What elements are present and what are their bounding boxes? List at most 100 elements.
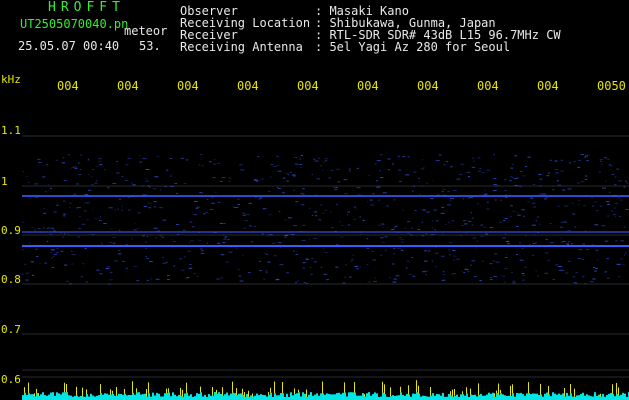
baseline-bar [584, 395, 586, 400]
baseline-bar [62, 392, 64, 400]
noise-speck [108, 207, 113, 209]
noise-speck [55, 252, 59, 254]
noise-speck [512, 210, 516, 212]
noise-speck [438, 154, 442, 156]
noise-speck [220, 277, 223, 279]
baseline-bar [392, 395, 394, 400]
noise-speck [434, 229, 436, 231]
noise-speck [69, 206, 71, 208]
noise-speck [441, 279, 446, 281]
baseline-spike [512, 384, 513, 394]
antenna-label: Receiving Antenna [180, 40, 303, 54]
noise-speck [162, 256, 164, 258]
noise-speck [270, 164, 274, 166]
baseline-noise [22, 380, 629, 400]
baseline-bar [498, 394, 500, 400]
baseline-spike [66, 384, 67, 393]
noise-speck [246, 213, 250, 215]
noise-speck [53, 229, 55, 231]
noise-speck [514, 185, 518, 187]
noise-speck [118, 229, 121, 231]
noise-speck [509, 180, 512, 182]
noise-speck [65, 280, 70, 282]
noise-speck [448, 249, 450, 251]
noise-speck [552, 189, 555, 191]
baseline-bar [214, 392, 216, 400]
baseline-bar [242, 394, 244, 400]
baseline-bar [256, 393, 258, 400]
noise-speck [22, 171, 24, 173]
noise-speck [310, 273, 313, 275]
noise-speck [174, 182, 178, 184]
noise-speck [278, 211, 281, 213]
noise-speck [88, 174, 90, 176]
noise-speck [449, 242, 453, 244]
noise-speck [105, 267, 110, 269]
noise-speck [302, 267, 306, 269]
noise-speck [493, 154, 495, 156]
noise-speck [258, 197, 263, 199]
noise-speck [198, 240, 202, 242]
noise-speck [39, 263, 41, 265]
noise-speck [228, 251, 233, 253]
baseline-bar [406, 393, 408, 400]
noise-speck [205, 211, 208, 213]
baseline-bar [538, 394, 540, 400]
noise-speck [573, 282, 577, 284]
baseline-spike [232, 381, 233, 393]
noise-speck [150, 278, 152, 280]
noise-speck [50, 249, 55, 251]
noise-speck [406, 260, 411, 262]
noise-speck [69, 283, 72, 285]
noise-speck [259, 260, 262, 262]
baseline-bar [334, 394, 336, 400]
baseline-spike [274, 381, 275, 394]
noise-speck [425, 270, 429, 272]
noise-speck [533, 206, 537, 208]
noise-speck [159, 207, 163, 209]
noise-speck [504, 179, 507, 181]
noise-speck [134, 222, 136, 224]
baseline-bar [234, 393, 236, 400]
baseline-spike [616, 382, 617, 394]
noise-speck [451, 220, 455, 222]
noise-speck [285, 172, 290, 174]
noise-speck [279, 264, 284, 266]
noise-speck [234, 206, 239, 208]
noise-speck [285, 272, 290, 274]
baseline-bar [258, 395, 260, 400]
noise-speck [359, 216, 361, 218]
noise-speck [133, 229, 137, 231]
noise-speck [248, 202, 252, 204]
noise-speck [480, 235, 484, 237]
baseline-spike [112, 390, 113, 394]
baseline-bar [324, 394, 326, 400]
noise-speck [250, 241, 254, 243]
noise-speck [422, 271, 426, 273]
baseline-bar [434, 395, 436, 400]
noise-speck [493, 178, 497, 180]
noise-speck [353, 206, 357, 208]
noise-speck [104, 169, 106, 171]
baseline-bar [350, 392, 352, 400]
baseline-bar [404, 395, 406, 400]
noise-speck [269, 234, 273, 236]
noise-speck [385, 236, 388, 238]
baseline-bar [82, 396, 84, 400]
baseline-bar [260, 394, 262, 400]
baseline-bar [394, 396, 396, 400]
noise-speck [293, 225, 297, 227]
noise-speck [555, 172, 559, 174]
baseline-spike [282, 381, 283, 394]
noise-speck [620, 240, 624, 242]
noise-speck [302, 188, 305, 190]
baseline-bar [290, 392, 292, 400]
noise-speck [539, 193, 544, 195]
noise-speck [506, 240, 510, 242]
baseline-bar [580, 393, 582, 400]
noise-speck [615, 263, 620, 265]
noise-speck [172, 241, 176, 243]
baseline-bar [34, 396, 36, 400]
file-name: UT2505070040.pn [20, 17, 129, 31]
noise-speck [461, 225, 464, 227]
